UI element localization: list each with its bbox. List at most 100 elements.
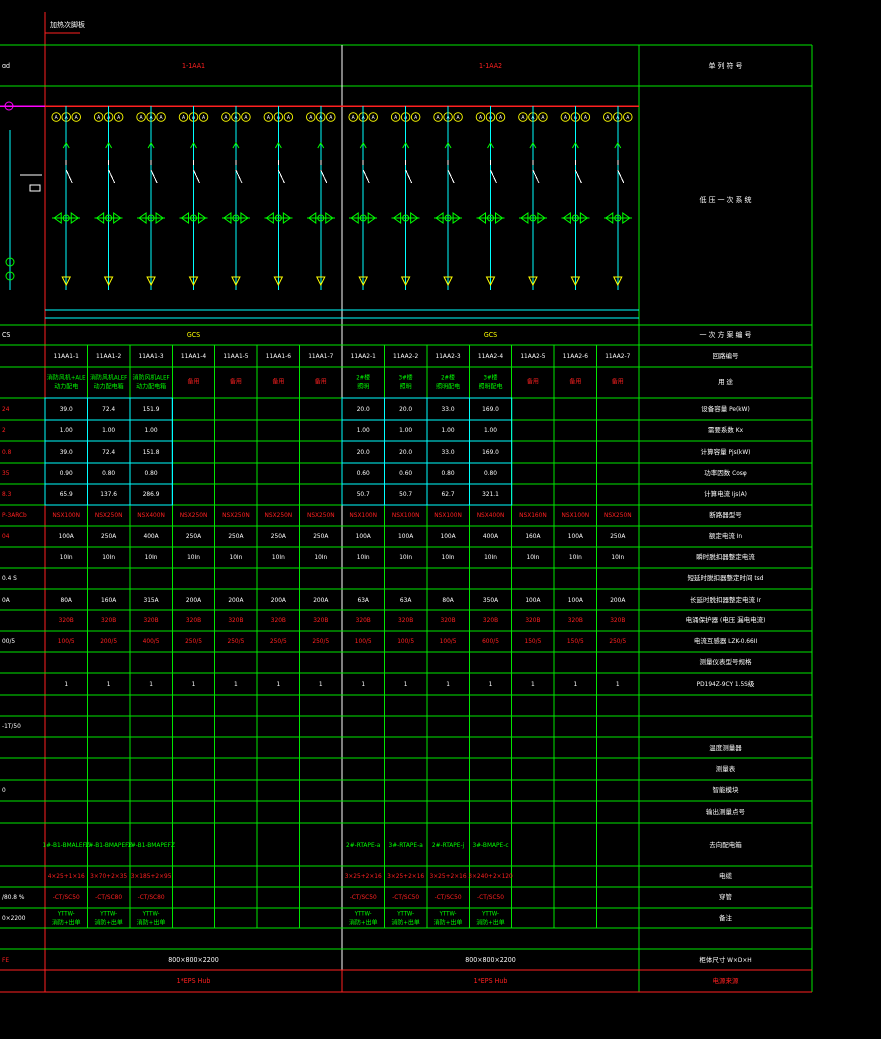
left-edge-text: 24 [2,405,10,413]
cell-value: 1 [404,680,408,688]
cell-value: 250A [228,532,243,540]
cell-text-line: 2#楼 [441,373,455,381]
cell-value: 33.0 [442,448,455,456]
cell-value: 65.9 [60,490,73,498]
cell-text-line: 动力配电 [54,382,78,390]
cell-value: 320B [398,616,413,624]
cell-value: NSX160N [519,511,547,519]
ammeter-label: A [372,115,376,121]
cell-value: 250A [313,532,328,540]
cell-value: 50.7 [399,490,412,498]
cell-value: 10In [229,553,242,561]
cell-value: 200A [610,596,625,604]
schematic-label: 低 压 一 次 系 统 [700,195,752,204]
cell-value: 3×25+2×16 [430,872,467,880]
ammeter-label: A [160,115,164,121]
cell-value: 0.80 [442,469,455,477]
cell-value: 1.00 [60,426,73,434]
cell-value: YTTW-消防+出单 [137,910,166,926]
cell-value: 1 [149,680,153,688]
cell-value: 20.0 [357,405,370,413]
cabinet-size: 800×800×2200 [168,956,219,964]
cell-value: 320B [271,616,286,624]
row-label: 电缆 [719,871,733,880]
cell-text-line: 消防+出单 [349,918,378,926]
switch-blade [193,169,200,184]
cell-value: 2#楼照明 [356,373,370,390]
cell-text-line: 照明配电 [478,382,502,390]
cell-value: 11AA1-3 [138,352,163,360]
ammeter-label: A [394,115,398,121]
cell-value: 250/5 [609,637,626,645]
panel-1-name: 1-1AA1 [182,62,205,70]
header-label: 单 列 符 号 [709,61,743,70]
cell-text-line: YTTW- [57,910,75,917]
cell-value: 1 [573,680,577,688]
cell-value: 600/5 [482,637,499,645]
cell-value: 100/5 [440,637,457,645]
cell-value: 10In [272,553,285,561]
row-label: 瞬时脱扣器整定电流 [696,552,755,561]
cell-value: YTTW-消防+出单 [391,910,420,926]
cell-value: -CT/SC50 [477,893,504,901]
row-label: 穿管 [719,892,733,901]
cell-value: 11AA1-6 [266,352,291,360]
cell-text-line: 照明 [357,383,369,390]
cell-value: 消防风机+ALE 动力配电 [47,373,86,390]
cell-value: 1 [446,680,450,688]
switch-blade [532,169,540,184]
left-edge-text: 0×2200 [2,914,26,922]
cell-value: 320B [186,616,201,624]
ammeter-label: A [414,115,418,121]
cell-value: 1 [192,680,196,688]
cell-value: YTTW-消防+出单 [52,910,81,926]
cell-value: 11AA1-4 [181,352,206,360]
cell-value: 2#楼照明配电 [436,373,460,390]
electrical-drawing: AAAAAAAAAAAAAAAAAAAAAAAAAAAAAAAAAAAAAAAA… [0,12,813,993]
cell-value: YTTW-消防+出单 [434,910,463,926]
cell-text-line: YTTW- [142,910,160,917]
cell-text-line: 2#楼 [356,373,370,381]
cell-value: 0.80 [145,469,158,477]
cell-value: -CT/SC50 [53,893,80,901]
cell-value: 20.0 [399,405,412,413]
left-edge-text: FE [2,956,9,964]
cell-value: 备用 [272,378,284,386]
ammeter-label: A [202,115,206,121]
cell-text-line: 消防+出单 [391,918,420,926]
cell-value: 11AA2-7 [605,352,630,360]
cell-value: 1.00 [102,426,115,434]
cell-value: 200A [228,596,243,604]
row-label: 电流互感器 LZK-0.66II [694,636,758,645]
cell-value: 250/5 [270,637,287,645]
cell-value: 320B [101,616,116,624]
cell-value: 320B [610,616,625,624]
cell-value: 10In [102,553,115,561]
cell-value: 11AA2-1 [351,352,376,360]
left-edge-text: ɑd [2,62,10,70]
cell-value: 400/5 [143,637,160,645]
row-label: 测量仪表型号规格 [700,657,753,666]
cell-value: 消防风机ALEF 动力配电箱 [132,373,169,390]
cell-value: 3×25+2×16 [345,872,382,880]
cell-value: 100/5 [355,637,372,645]
cell-value: 10In [611,553,624,561]
row-label: 柜体尺寸 W×D×H [699,955,751,964]
cell-value: 1.00 [484,426,497,434]
cell-value: 11AA1-2 [96,352,121,360]
ammeter-label: A [521,115,525,121]
cell-value: NSX250N [307,511,335,519]
cell-value: -CT/SC80 [138,893,165,901]
cell-value: 1 [489,680,493,688]
cell-text-line: 照明配电 [436,382,460,390]
cell-value: 100/5 [397,637,414,645]
cell-value: 150/5 [567,637,584,645]
panel-2-name: 1-1AA2 [479,62,502,70]
ammeter-label: A [224,115,228,121]
cell-value: NSX250N [180,511,208,519]
cell-value: 286.9 [143,490,160,498]
cell-value: 200A [186,596,201,604]
cell-text-line: 照明 [400,383,412,390]
cell-value: 10In [187,553,200,561]
cell-value: 3×25+2×16 [387,872,424,880]
